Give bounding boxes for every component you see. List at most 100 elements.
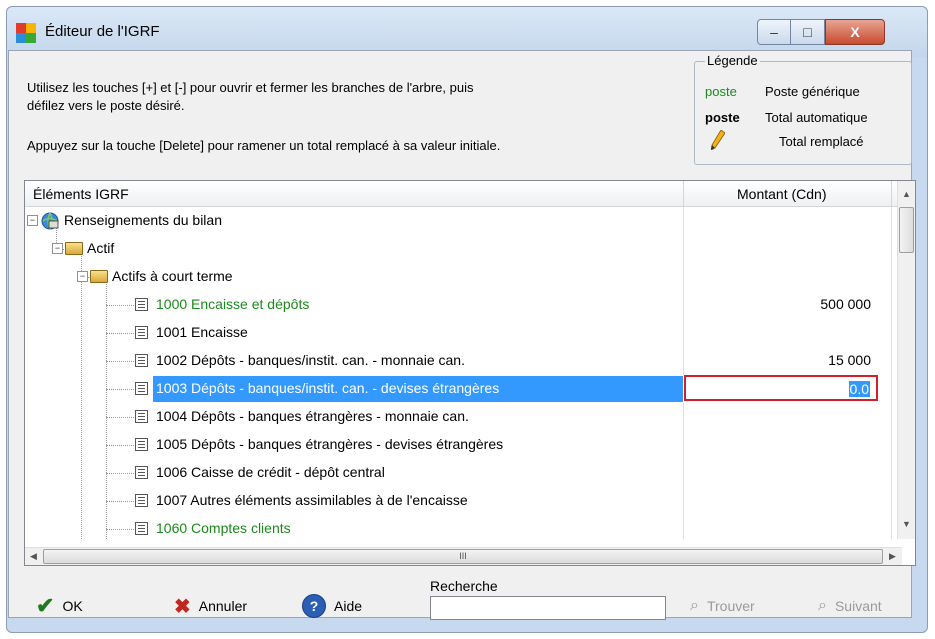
legend-sample-generic: poste: [705, 84, 737, 99]
cell-divider: [683, 291, 684, 319]
tree-row-label: 1002 Dépôts - banques/instit. can. - mon…: [156, 352, 465, 368]
scroll-right-icon[interactable]: ▶: [889, 551, 896, 562]
scroll-up-icon[interactable]: ▲: [902, 189, 911, 199]
binoculars-icon: ⌕: [690, 597, 699, 614]
pencil-icon: [711, 130, 725, 150]
cell-divider: [891, 403, 892, 431]
tree-rows: − Renseignements du bilan − Actif − Acti…: [25, 207, 904, 539]
help-label: Aide: [334, 598, 363, 614]
tree-row-label: Actif: [87, 240, 115, 256]
cell-divider: [891, 487, 892, 515]
horizontal-scroll-thumb[interactable]: III: [43, 549, 883, 564]
help-icon: ?: [302, 594, 326, 618]
next-label: Suivant: [834, 598, 882, 614]
tree-connector: [106, 445, 134, 446]
column-divider[interactable]: [683, 181, 684, 206]
column-divider[interactable]: [891, 181, 892, 206]
document-icon: [135, 382, 148, 395]
amount-edit-field[interactable]: 0.0: [684, 375, 878, 401]
cell-divider: [683, 487, 684, 515]
legend-title: Légende: [705, 53, 760, 68]
tree-connector: [106, 361, 134, 362]
open-folder-icon: [65, 242, 83, 255]
document-icon: [135, 354, 148, 367]
app-icon: [16, 23, 36, 43]
tree-row[interactable]: 1002 Dépôts - banques/instit. can. - mon…: [25, 347, 904, 375]
amount-edit-value[interactable]: 0.0: [848, 381, 870, 397]
find-label: Trouver: [706, 598, 755, 614]
search-input[interactable]: [430, 596, 666, 620]
tree-row-label: 1001 Encaisse: [156, 324, 248, 340]
help-button[interactable]: ? Aide: [302, 594, 362, 618]
tree-row[interactable]: 1060 Comptes clients: [25, 515, 904, 539]
tree-connector: [106, 389, 134, 390]
tree-row[interactable]: 1000 Encaisse et dépôts 500 000: [25, 291, 904, 319]
cell-divider: [683, 431, 684, 459]
minimize-icon: –: [770, 24, 778, 40]
tree-row-label: 1004 Dépôts - banques étrangères - monna…: [156, 408, 469, 424]
open-folder-icon: [90, 270, 108, 283]
vertical-scrollbar[interactable]: ▲ ▼: [897, 181, 915, 539]
find-button[interactable]: ⌕ Trouver: [690, 594, 755, 618]
tree-row[interactable]: 1004 Dépôts - banques étrangères - monna…: [25, 403, 904, 431]
tree-row[interactable]: − Renseignements du bilan: [25, 207, 904, 235]
close-button[interactable]: X: [825, 19, 885, 45]
cell-divider: [891, 347, 892, 375]
tree-row[interactable]: − Actifs à court terme: [25, 263, 904, 291]
cancel-button[interactable]: ✖ Annuler: [174, 594, 247, 618]
close-icon: X: [850, 24, 860, 40]
ok-button[interactable]: ✔ OK: [36, 593, 83, 618]
document-icon: [135, 466, 148, 479]
tree-row[interactable]: − Actif: [25, 235, 904, 263]
cell-divider: [683, 319, 684, 347]
binoculars-next-icon: ⌕: [818, 597, 827, 614]
tree-connector: [106, 333, 134, 334]
cross-icon: ✖: [174, 595, 191, 618]
instruction-line-2: défilez vers le poste désiré.: [27, 98, 185, 113]
globe-computer-icon: [41, 212, 59, 230]
cell-divider: [683, 515, 684, 539]
maximize-icon: □: [803, 24, 812, 40]
tree-header: Éléments IGRF Montant (Cdn): [25, 181, 915, 207]
ok-label: OK: [62, 598, 83, 614]
checkmark-icon: ✔: [36, 593, 55, 618]
tree-row-label: 1006 Caisse de crédit - dépôt central: [156, 464, 385, 480]
window-title: Éditeur de l'IGRF: [45, 23, 160, 40]
column-header-items[interactable]: Éléments IGRF: [33, 186, 129, 202]
tree-row[interactable]: 1001 Encaisse: [25, 319, 904, 347]
collapse-toggle[interactable]: −: [27, 215, 38, 226]
tree-row-label: 1000 Encaisse et dépôts: [156, 296, 310, 312]
minimize-button[interactable]: –: [757, 19, 791, 45]
cell-divider: [891, 235, 892, 263]
cell-divider: [683, 207, 684, 235]
vertical-scroll-thumb[interactable]: [899, 207, 914, 253]
document-icon: [135, 494, 148, 507]
tree-row[interactable]: 1007 Autres éléments assimilables à de l…: [25, 487, 904, 515]
column-header-amount[interactable]: Montant (Cdn): [737, 186, 826, 202]
cell-divider: [891, 207, 892, 235]
cancel-label: Annuler: [198, 598, 248, 614]
instruction-line-3: Appuyez sur la touche [Delete] pour rame…: [27, 138, 501, 153]
tree-row[interactable]: 1006 Caisse de crédit - dépôt central: [25, 459, 904, 487]
cell-divider: [683, 459, 684, 487]
document-icon: [135, 298, 148, 311]
scroll-left-icon[interactable]: ◀: [30, 551, 37, 562]
amount-cell[interactable]: 15 000: [828, 352, 871, 368]
cell-divider: [891, 291, 892, 319]
tree-connector: [106, 529, 134, 530]
next-button[interactable]: ⌕ Suivant: [818, 594, 882, 618]
maximize-button[interactable]: □: [791, 19, 825, 45]
collapse-toggle[interactable]: −: [77, 271, 88, 282]
scroll-down-icon[interactable]: ▼: [902, 519, 911, 529]
cell-divider: [891, 375, 892, 403]
legend-box: Légende poste Poste générique poste Tota…: [694, 53, 912, 165]
igrf-tree[interactable]: Éléments IGRF Montant (Cdn) − Renseignem…: [24, 180, 916, 566]
document-icon: [135, 326, 148, 339]
tree-row-selected[interactable]: 1003 Dépôts - banques/instit. can. - dev…: [25, 375, 904, 403]
tree-row[interactable]: 1005 Dépôts - banques étrangères - devis…: [25, 431, 904, 459]
tree-row-label: Actifs à court terme: [112, 268, 233, 284]
amount-cell[interactable]: 500 000: [820, 296, 871, 312]
horizontal-scrollbar[interactable]: ◀ III ▶: [25, 547, 902, 565]
tree-connector: [106, 501, 134, 502]
collapse-toggle[interactable]: −: [52, 243, 63, 254]
